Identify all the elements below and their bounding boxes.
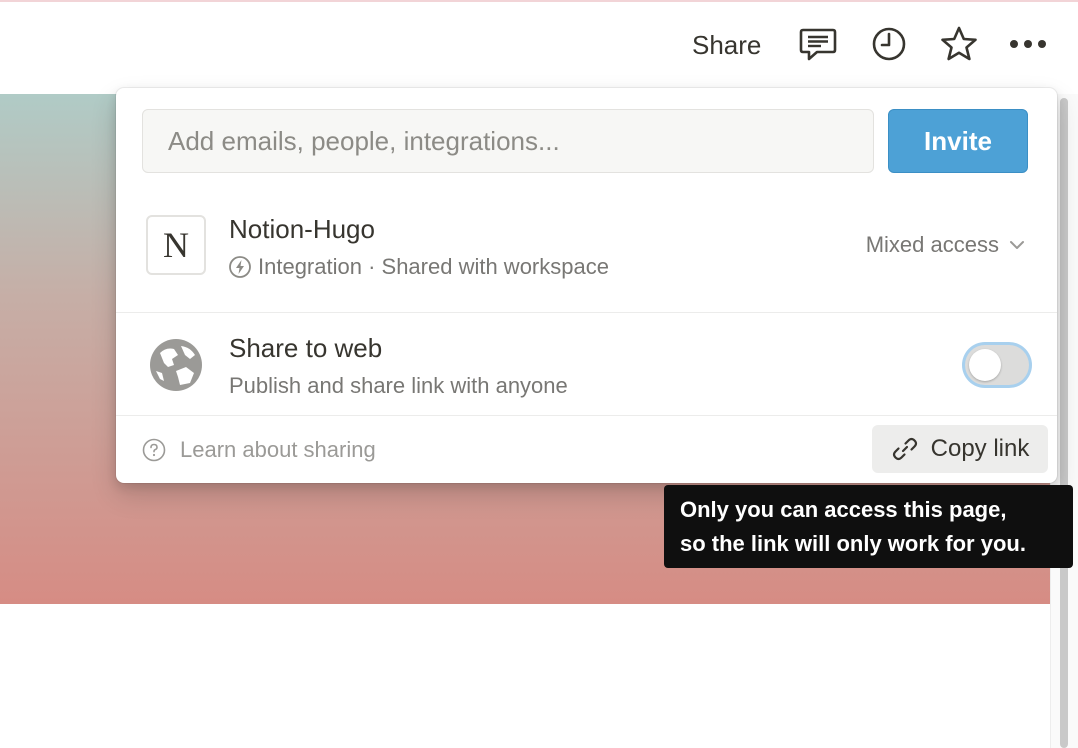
access-dropdown[interactable]: Mixed access [866, 232, 1025, 258]
top-border [0, 0, 1078, 2]
clock-icon [872, 27, 906, 61]
scrollbar-thumb[interactable] [1060, 98, 1068, 748]
share-to-web-row: Share to web Publish and share link with… [116, 313, 1057, 415]
tooltip-line-2: so the link will only work for you. [680, 531, 1026, 556]
integration-row[interactable]: N Notion-Hugo Integration · Shared with … [116, 200, 1057, 310]
chevron-down-icon [1010, 241, 1024, 249]
share-popup: Invite N Notion-Hugo Integration · Share… [116, 88, 1057, 483]
notion-page: Share Invite N Notion-Hugo [0, 0, 1078, 748]
bolt-icon [229, 256, 251, 278]
share-to-web-title: Share to web [229, 333, 383, 363]
access-label: Mixed access [865, 232, 999, 257]
globe-icon [150, 339, 202, 391]
toggle-knob [969, 349, 1001, 381]
integration-subtitle-text: Integration · Shared with workspace [258, 254, 609, 279]
share-to-web-toggle[interactable] [965, 345, 1029, 385]
invite-input[interactable] [142, 109, 874, 173]
star-icon [941, 26, 977, 61]
integration-subtitle: Integration · Shared with workspace [228, 254, 609, 280]
more-icon [1010, 40, 1046, 48]
integration-avatar: N [146, 215, 206, 275]
comment-icon [799, 28, 837, 61]
tooltip-line-1: Only you can access this page, [680, 497, 1007, 522]
integration-name: Notion-Hugo [229, 214, 375, 244]
share-button[interactable]: Share [692, 30, 761, 60]
copy-link-label: Copy link [930, 435, 1030, 462]
popup-footer: Learn about sharing Copy link [116, 417, 1057, 483]
favorite-button[interactable] [939, 24, 979, 64]
more-button[interactable] [1008, 24, 1048, 64]
updates-button[interactable] [869, 24, 909, 64]
comment-button[interactable] [798, 24, 838, 64]
invite-button[interactable]: Invite [888, 109, 1028, 173]
learn-about-sharing-link[interactable]: Learn about sharing [142, 437, 376, 463]
link-icon [892, 437, 917, 461]
divider [116, 415, 1057, 416]
learn-about-sharing-label: Learn about sharing [180, 437, 376, 462]
help-icon [142, 438, 166, 462]
copy-link-button[interactable]: Copy link [872, 425, 1048, 473]
copy-link-tooltip: Only you can access this page, so the li… [664, 485, 1073, 568]
share-to-web-subtitle: Publish and share link with anyone [229, 373, 568, 398]
